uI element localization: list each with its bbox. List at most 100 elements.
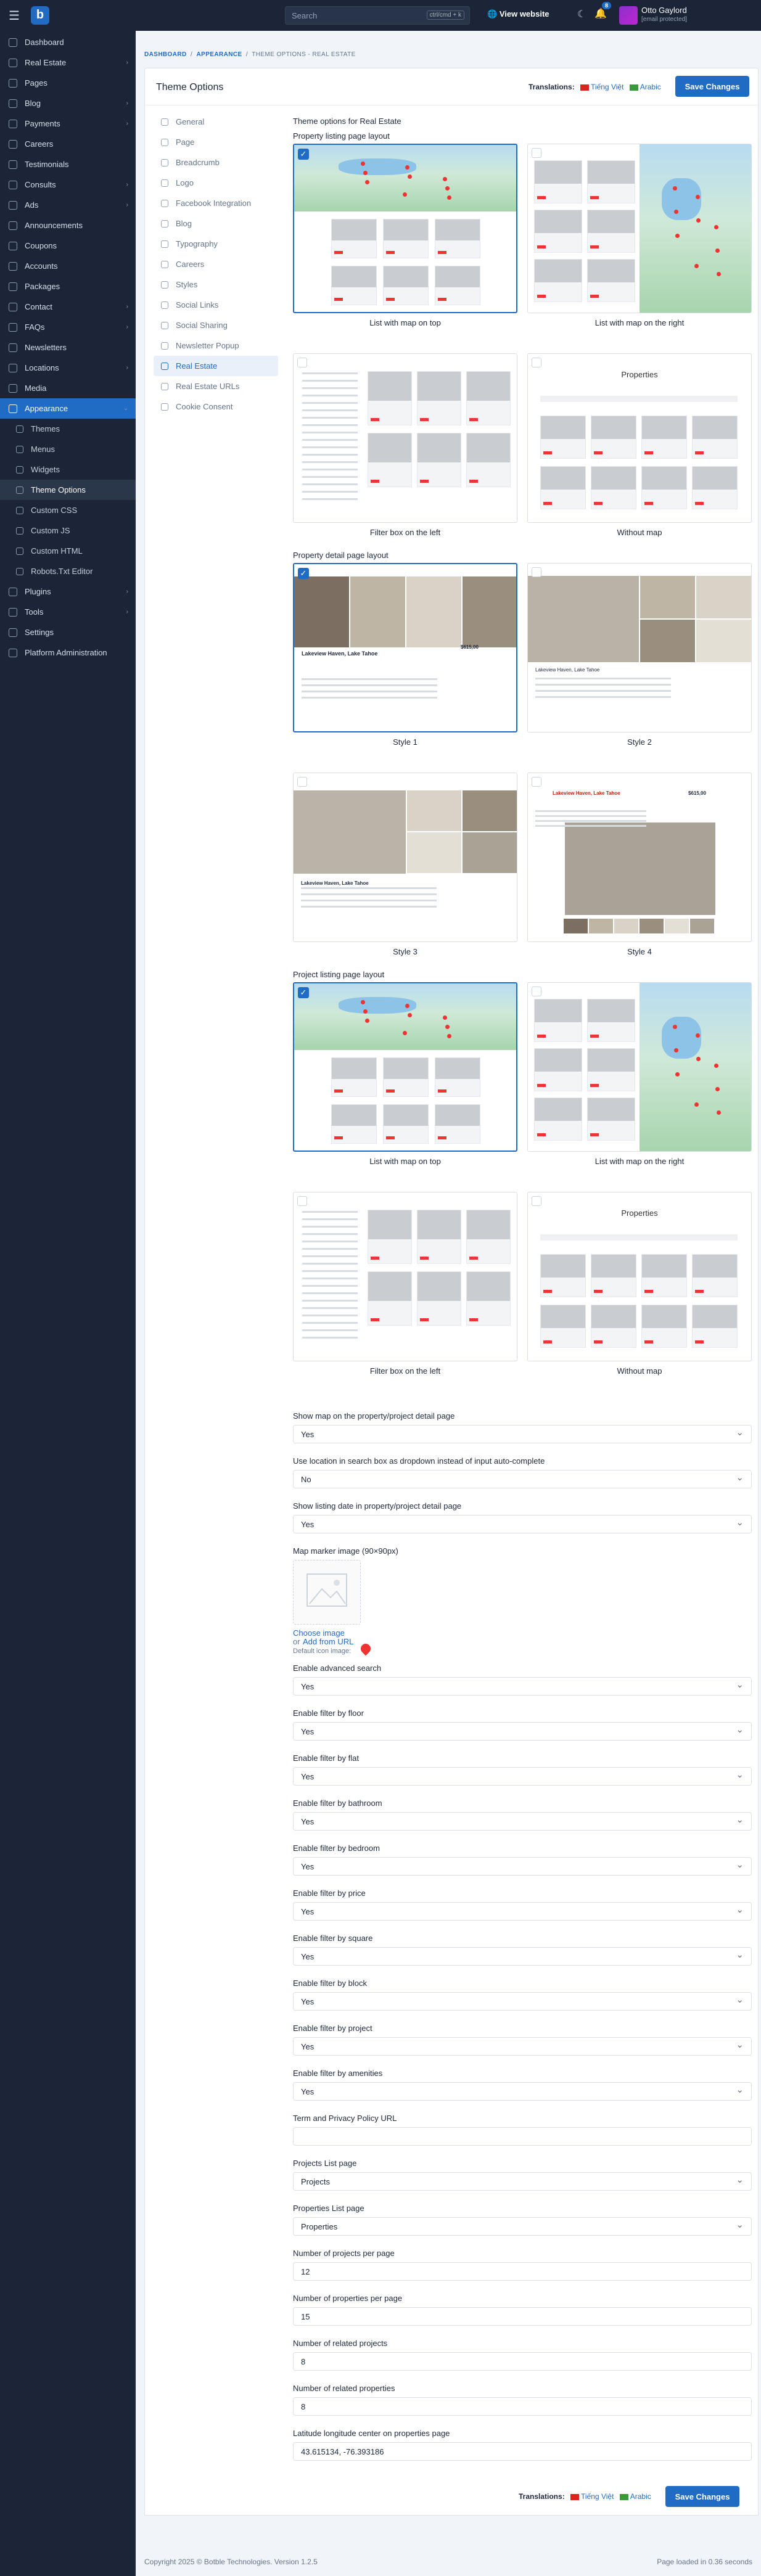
tab-newsletter-popup[interactable]: Newsletter Popup: [154, 335, 278, 356]
field-1-select[interactable]: No: [293, 1470, 752, 1488]
view-website-link[interactable]: 🌐 View website: [487, 9, 549, 19]
sidebar-item-settings[interactable]: Settings: [0, 622, 136, 642]
layout-option-style-2[interactable]: Lakeview Haven, Lake Tahoe: [527, 563, 752, 732]
tab-facebook-integration[interactable]: Facebook Integration: [154, 193, 278, 213]
filter-3-select[interactable]: Yes: [293, 1812, 752, 1831]
setting-5-input[interactable]: 8: [293, 2352, 752, 2371]
sidebar-item-consults[interactable]: Consults ›: [0, 174, 136, 195]
layout-option-list-with-map-on-top[interactable]: ✓: [293, 144, 517, 313]
option-radio[interactable]: [532, 987, 541, 996]
sidebar-item-careers[interactable]: Careers: [0, 134, 136, 154]
tab-typography[interactable]: Typography: [154, 234, 278, 254]
layout-option-filter-box-on-the-left[interactable]: [293, 353, 517, 523]
setting-0-input[interactable]: [293, 2127, 752, 2146]
translation-link-vi[interactable]: Tiếng Việt: [591, 83, 623, 91]
sidebar-item-tools[interactable]: Tools ›: [0, 602, 136, 622]
tab-general[interactable]: General: [154, 112, 278, 132]
sidebar-item-appearance[interactable]: Appearance ⌄: [0, 398, 136, 419]
option-radio[interactable]: [532, 358, 541, 367]
tab-styles[interactable]: Styles: [154, 274, 278, 295]
tab-logo[interactable]: Logo: [154, 173, 278, 193]
layout-option-filter-box-on-the-left[interactable]: [293, 1192, 517, 1361]
sidebar-item-dashboard[interactable]: Dashboard: [0, 32, 136, 52]
tab-page[interactable]: Page: [154, 132, 278, 152]
sidebar-item-coupons[interactable]: Coupons: [0, 236, 136, 256]
layout-option-style-1[interactable]: Lakeview Haven, Lake Tahoe $615,00 ✓: [293, 563, 517, 732]
theme-toggle-icon[interactable]: ☾: [577, 8, 586, 20]
layout-option-list-with-map-on-the-right[interactable]: [527, 982, 752, 1152]
filter-4-select[interactable]: Yes: [293, 1857, 752, 1876]
sidebar-item-newsletters[interactable]: Newsletters: [0, 337, 136, 358]
choose-image-link[interactable]: Choose image: [293, 1628, 345, 1638]
option-radio[interactable]: [532, 777, 541, 787]
tab-real-estate[interactable]: Real Estate: [154, 356, 278, 376]
sidebar-item-platform-administration[interactable]: Platform Administration: [0, 642, 136, 663]
tab-cookie-consent[interactable]: Cookie Consent: [154, 396, 278, 417]
tab-blog[interactable]: Blog: [154, 213, 278, 234]
filter-5-select[interactable]: Yes: [293, 1902, 752, 1921]
sidebar-item-real-estate[interactable]: Real Estate ›: [0, 52, 136, 73]
footer-save-changes-button[interactable]: Save Changes: [665, 2486, 739, 2507]
tab-careers[interactable]: Careers: [154, 254, 278, 274]
save-changes-button[interactable]: Save Changes: [675, 76, 749, 97]
filter-0-select[interactable]: Yes: [293, 1677, 752, 1696]
global-search-input[interactable]: Search ctrl/cmd + k: [285, 6, 470, 25]
sidebar-item-contact[interactable]: Contact ›: [0, 297, 136, 317]
field-2-select[interactable]: Yes: [293, 1515, 752, 1533]
sidebar-item-locations[interactable]: Locations ›: [0, 358, 136, 378]
layout-option-list-with-map-on-top[interactable]: ✓: [293, 982, 517, 1152]
layout-option-style-4[interactable]: Lakeview Haven, Lake Tahoe $615,00: [527, 773, 752, 942]
layout-option-without-map[interactable]: Properties: [527, 353, 752, 523]
field-0-select[interactable]: Yes: [293, 1425, 752, 1443]
layout-option-style-3[interactable]: Lakeview Haven, Lake Tahoe: [293, 773, 517, 942]
tab-social-sharing[interactable]: Social Sharing: [154, 315, 278, 335]
sidebar-subitem-custom-css[interactable]: Custom CSS: [0, 500, 136, 520]
add-from-url-link[interactable]: Add from URL: [303, 1637, 353, 1646]
setting-2-select[interactable]: Properties: [293, 2217, 752, 2236]
option-radio[interactable]: [532, 148, 541, 158]
user-name[interactable]: Otto Gaylord: [641, 6, 687, 15]
sidebar-item-payments[interactable]: Payments ›: [0, 113, 136, 134]
tab-social-links[interactable]: Social Links: [154, 295, 278, 315]
sidebar-subitem-custom-html[interactable]: Custom HTML: [0, 541, 136, 561]
sidebar-item-plugins[interactable]: Plugins ›: [0, 581, 136, 602]
sidebar-subitem-menus[interactable]: Menus: [0, 439, 136, 459]
option-radio[interactable]: [532, 1196, 541, 1206]
filter-8-select[interactable]: Yes: [293, 2037, 752, 2056]
option-radio[interactable]: [532, 567, 541, 577]
sidebar-item-blog[interactable]: Blog ›: [0, 93, 136, 113]
layout-option-list-with-map-on-the-right[interactable]: [527, 144, 752, 313]
notification-bell-icon[interactable]: 🔔: [594, 7, 607, 20]
setting-3-input[interactable]: 12: [293, 2262, 752, 2281]
filter-7-select[interactable]: Yes: [293, 1992, 752, 2011]
map-marker-image-placeholder[interactable]: [293, 1560, 361, 1625]
filter-1-select[interactable]: Yes: [293, 1722, 752, 1741]
sidebar-item-packages[interactable]: Packages: [0, 276, 136, 297]
sidebar-item-pages[interactable]: Pages: [0, 73, 136, 93]
sidebar-item-announcements[interactable]: Announcements: [0, 215, 136, 236]
setting-1-select[interactable]: Projects: [293, 2172, 752, 2191]
user-avatar[interactable]: [619, 6, 638, 25]
translation-link-vi[interactable]: Tiếng Việt: [581, 2492, 614, 2501]
layout-option-without-map[interactable]: Properties: [527, 1192, 752, 1361]
breadcrumb-appearance[interactable]: APPEARANCE: [197, 51, 242, 58]
filter-6-select[interactable]: Yes: [293, 1947, 752, 1966]
breadcrumb-dashboard[interactable]: DASHBOARD: [144, 51, 187, 58]
sidebar-subitem-theme-options[interactable]: Theme Options: [0, 480, 136, 500]
translation-link-ar[interactable]: Arabic: [630, 2492, 651, 2501]
sidebar-subitem-robots-txt-editor[interactable]: Robots.Txt Editor: [0, 561, 136, 581]
setting-4-input[interactable]: 15: [293, 2307, 752, 2326]
translation-link-ar[interactable]: Arabic: [640, 83, 661, 91]
app-logo[interactable]: b: [31, 6, 49, 25]
sidebar-item-testimonials[interactable]: Testimonials: [0, 154, 136, 174]
sidebar-subitem-custom-js[interactable]: Custom JS: [0, 520, 136, 541]
setting-6-input[interactable]: 8: [293, 2397, 752, 2416]
option-radio[interactable]: [297, 1196, 307, 1206]
option-radio[interactable]: [297, 777, 307, 787]
sidebar-item-accounts[interactable]: Accounts: [0, 256, 136, 276]
tab-real-estate-urls[interactable]: Real Estate URLs: [154, 376, 278, 396]
setting-7-input[interactable]: 43.615134, -76.393186: [293, 2442, 752, 2461]
sidebar-item-media[interactable]: Media: [0, 378, 136, 398]
sidebar-item-ads[interactable]: Ads ›: [0, 195, 136, 215]
tab-breadcrumb[interactable]: Breadcrumb: [154, 152, 278, 173]
